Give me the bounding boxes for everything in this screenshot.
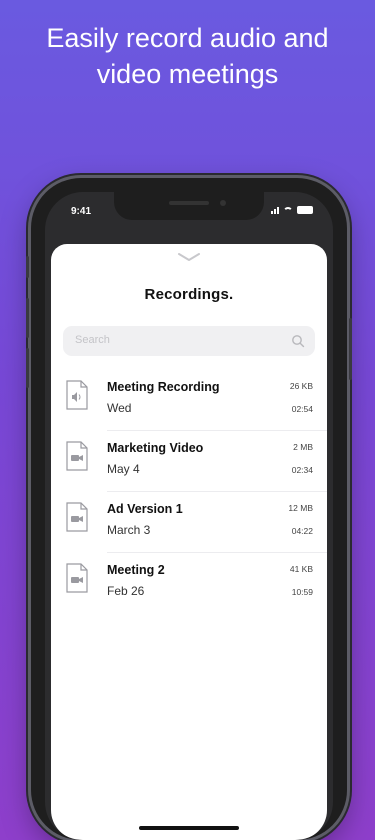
- recording-duration: 04:22: [291, 526, 313, 536]
- battery-icon: [297, 206, 313, 214]
- video-file-icon: [66, 502, 88, 532]
- notch: [114, 192, 264, 220]
- recording-size: 41 KB: [289, 564, 313, 574]
- search-placeholder: Search: [75, 334, 110, 346]
- recording-size: 2 MB: [293, 442, 313, 452]
- silent-switch: [26, 256, 29, 278]
- volume-up-button: [26, 298, 29, 338]
- search-icon: [292, 335, 305, 348]
- phone-screen: 9:41 Recordings. Search Meeting Recordin…: [45, 192, 333, 840]
- promo-headline: Easily record audio and video meetings: [0, 20, 375, 92]
- video-file-icon: [66, 441, 88, 471]
- status-time: 9:41: [71, 206, 92, 217]
- recording-row[interactable]: Meeting 2 Feb 26 41 KB 10:59: [51, 553, 327, 614]
- front-camera: [220, 200, 226, 206]
- page-title: Recordings.: [144, 286, 234, 303]
- recording-row[interactable]: Marketing Video May 4 2 MB 02:34: [51, 431, 327, 492]
- headline-line-1: Easily record audio and: [46, 23, 329, 53]
- recording-name: Marketing Video: [107, 441, 204, 455]
- recording-size: 26 KB: [289, 381, 313, 391]
- recording-name: Meeting Recording: [107, 380, 220, 394]
- recording-size: 12 MB: [288, 503, 313, 513]
- video-file-icon: [66, 563, 88, 593]
- status-bar: 9:41: [45, 192, 333, 236]
- chevron-down-icon[interactable]: [177, 252, 201, 262]
- volume-down-button: [26, 348, 29, 388]
- recording-name: Ad Version 1: [107, 502, 183, 516]
- recording-date: March 3: [107, 523, 151, 537]
- recording-date: Feb 26: [107, 584, 145, 598]
- recording-row[interactable]: Meeting Recording Wed 26 KB 02:54: [51, 370, 327, 431]
- recording-row[interactable]: Ad Version 1 March 3 12 MB 04:22: [51, 492, 327, 553]
- search-input[interactable]: Search: [63, 326, 315, 356]
- home-indicator[interactable]: [139, 826, 239, 830]
- recording-date: May 4: [107, 462, 140, 476]
- signal-icon: [271, 207, 279, 214]
- recordings-list: Meeting Recording Wed 26 KB 02:54 Market…: [51, 370, 327, 614]
- recording-date: Wed: [107, 401, 132, 415]
- power-button: [349, 318, 352, 380]
- recording-duration: 02:54: [291, 404, 313, 414]
- phone-frame: 9:41 Recordings. Search Meeting Recordin…: [26, 178, 352, 840]
- recordings-sheet: Recordings. Search Meeting Recording Wed…: [51, 244, 327, 840]
- wifi-icon: [283, 207, 293, 214]
- headline-line-2: video meetings: [96, 59, 279, 89]
- recording-duration: 02:34: [291, 465, 313, 475]
- recording-duration: 10:59: [291, 587, 313, 597]
- speaker-grille: [169, 201, 209, 205]
- audio-file-icon: [66, 380, 88, 410]
- recording-name: Meeting 2: [107, 563, 165, 577]
- status-icons: [271, 206, 313, 214]
